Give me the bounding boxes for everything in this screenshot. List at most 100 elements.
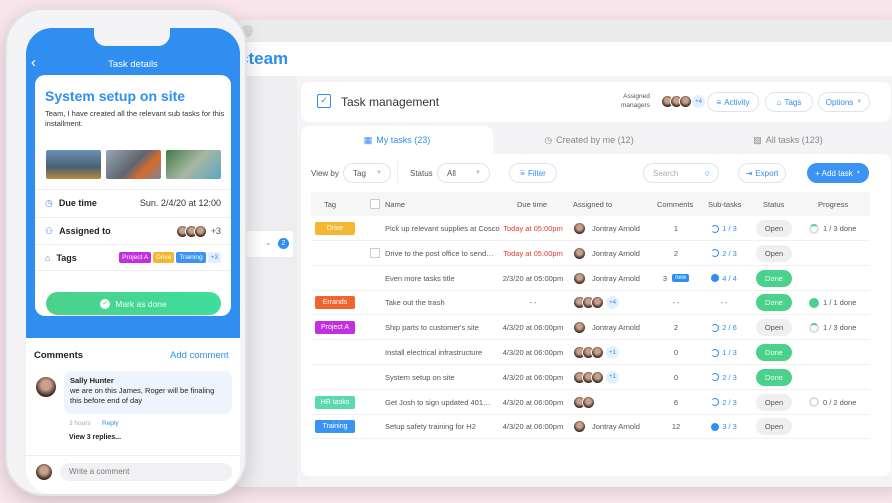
assignees[interactable]: Jontray Arnold bbox=[573, 266, 640, 291]
progress-cell: 1 / 3 done bbox=[809, 216, 856, 241]
search-icon: ○ bbox=[704, 168, 710, 178]
avatar bbox=[573, 222, 586, 235]
status-button[interactable]: Open bbox=[756, 220, 792, 237]
task-name[interactable]: Pick up relevant supplies at Cosco bbox=[385, 216, 500, 241]
mark-as-done-button[interactable]: ✓ Mark as done bbox=[46, 292, 221, 315]
table-row[interactable]: Project A Ship parts to customer's site 4/… bbox=[311, 315, 870, 341]
task-name[interactable]: Get Josh to sign updated 401… bbox=[385, 390, 491, 415]
table-row[interactable]: Install electrical infrastructure 4/3/20 … bbox=[311, 340, 870, 365]
chevron-down-icon: ⌄ bbox=[265, 238, 272, 247]
col-due: Due time bbox=[517, 199, 548, 209]
subtasks-cell[interactable]: - - bbox=[704, 290, 744, 315]
write-comment-input[interactable]: Write a comment bbox=[60, 463, 232, 481]
tag-badge[interactable]: Training bbox=[315, 420, 355, 434]
assignees[interactable]: +4 bbox=[573, 290, 619, 315]
comments-title: Comments bbox=[34, 350, 84, 361]
view-replies-link[interactable]: View 3 replies... bbox=[69, 434, 121, 441]
assignee-name: Jontray Arnold bbox=[592, 248, 640, 258]
photo-thumbnail[interactable] bbox=[106, 150, 161, 179]
subtasks-cell[interactable]: 1 / 3 bbox=[704, 340, 744, 365]
status-button[interactable]: Done bbox=[756, 294, 792, 312]
subtasks-cell[interactable]: 2 / 3 bbox=[704, 365, 744, 390]
table-row[interactable]: Training Setup safety training for H2 4/3/… bbox=[311, 414, 870, 440]
export-button[interactable]: ⇥ Export bbox=[738, 163, 786, 183]
tag-icon: ⌂ bbox=[45, 252, 51, 263]
task-name[interactable]: Ship parts to customer's site bbox=[385, 315, 479, 340]
manager-avatars[interactable]: +4 bbox=[661, 95, 705, 108]
subtask-progress-icon bbox=[711, 323, 720, 332]
subtasks-cell[interactable]: 2 / 6 bbox=[704, 315, 744, 340]
status-button[interactable]: Open bbox=[756, 319, 792, 337]
subtasks-cell[interactable]: 2 / 3 bbox=[704, 241, 744, 266]
table-row[interactable]: Drive Pick up relevant supplies at Cosco T… bbox=[311, 216, 870, 241]
status-button[interactable]: Open bbox=[756, 244, 792, 262]
select-all-checkbox[interactable] bbox=[370, 199, 380, 209]
task-name[interactable]: Take out the trash bbox=[385, 290, 445, 315]
subtasks-cell[interactable]: 3 / 3 bbox=[704, 414, 744, 439]
comment-time: 3 hours bbox=[69, 420, 91, 427]
task-name[interactable]: System setup on site bbox=[385, 365, 455, 390]
reply-link[interactable]: Reply bbox=[102, 420, 119, 427]
comment-text: we are on this James, Roger will be fina… bbox=[70, 386, 215, 405]
status-button[interactable]: Done bbox=[756, 368, 792, 386]
options-dropdown[interactable]: Options ▼ bbox=[818, 92, 870, 112]
subtask-count: 4 / 4 bbox=[722, 273, 737, 283]
add-task-button[interactable]: + Add task ▼ bbox=[807, 163, 869, 183]
count-badge: 2 bbox=[278, 238, 289, 249]
status-button[interactable]: Done bbox=[756, 269, 792, 287]
tag-badge[interactable]: Errands bbox=[315, 296, 355, 310]
progress-ring-icon bbox=[809, 297, 819, 308]
task-name[interactable]: Even more tasks title bbox=[385, 266, 455, 291]
table-row[interactable]: HR tasks Get Josh to sign updated 401… 4/3… bbox=[311, 390, 870, 415]
subtask-progress-icon bbox=[711, 249, 720, 258]
photo-thumbnail[interactable] bbox=[46, 150, 101, 179]
table-row[interactable]: Drive to the post office to send… Today a… bbox=[311, 241, 870, 266]
table-row[interactable]: System setup on site 4/3/20 at 06:00pm +1 0… bbox=[311, 365, 870, 390]
task-name[interactable]: Install electrical infrastructure bbox=[385, 340, 482, 365]
tag-badge[interactable]: Project A bbox=[315, 321, 355, 335]
task-name[interactable]: Setup safety training for H2 bbox=[385, 414, 476, 439]
photo-thumbnail[interactable] bbox=[166, 150, 221, 179]
task-name[interactable]: Drive to the post office to send… bbox=[385, 241, 494, 266]
activity-button[interactable]: ≡ Activity bbox=[707, 92, 759, 112]
subtasks-cell[interactable]: 4 / 4 bbox=[704, 266, 744, 291]
tag-badge[interactable]: HR tasks bbox=[315, 395, 355, 409]
tags-row[interactable]: ⌂ Tags Project A Drive Training +3 bbox=[35, 244, 231, 271]
tab-my-tasks[interactable]: ▦ My tasks (23) bbox=[301, 126, 493, 154]
assigned-row[interactable]: ⚇ Assigned to +3 bbox=[35, 217, 231, 244]
add-task-label: + Add task bbox=[815, 168, 853, 178]
phone-mockup: ‹ Task details System setup on site Team… bbox=[5, 8, 247, 496]
comment-count: 3 bbox=[662, 273, 668, 283]
filter-button[interactable]: ⩸ Filter bbox=[509, 163, 557, 183]
mark-done-label: Mark as done bbox=[115, 298, 167, 309]
window-titlebar bbox=[235, 20, 892, 42]
view-by-select[interactable]: Tag ▼ bbox=[343, 163, 391, 183]
table-row[interactable]: Errands Take out the trash - - +4 - - - - Done… bbox=[311, 290, 870, 316]
subtasks-cell[interactable]: 1 / 3 bbox=[704, 216, 744, 241]
row-checkbox[interactable] bbox=[370, 248, 380, 259]
assignees[interactable]: Jontray Arnold bbox=[573, 414, 640, 439]
assignees[interactable] bbox=[573, 390, 595, 415]
search-input[interactable]: Search ○ bbox=[643, 163, 719, 183]
view-by-value: Tag bbox=[353, 168, 366, 178]
status-button[interactable]: Done bbox=[756, 344, 792, 361]
subtask-progress-icon bbox=[711, 373, 720, 382]
add-comment-link[interactable]: Add comment bbox=[170, 350, 229, 361]
tag-badge[interactable]: Drive bbox=[315, 222, 355, 235]
assignees[interactable]: Jontray Arnold bbox=[573, 241, 640, 266]
assignees[interactable]: +1 bbox=[573, 365, 619, 390]
status-select[interactable]: All ▼ bbox=[437, 163, 490, 183]
col-assigned: Assigned to bbox=[573, 199, 613, 209]
divider bbox=[397, 161, 398, 183]
status-button[interactable]: Open bbox=[756, 418, 792, 436]
assignees[interactable]: +1 bbox=[573, 340, 619, 365]
tab-all-tasks[interactable]: ▨ All tasks (123) bbox=[685, 126, 891, 154]
assignees[interactable]: Jontray Arnold bbox=[573, 315, 640, 340]
subtasks-cell[interactable]: 2 / 3 bbox=[704, 390, 744, 415]
assignees[interactable]: Jontray Arnold bbox=[573, 216, 640, 241]
status-button[interactable]: Open bbox=[756, 393, 792, 411]
activity-label: Activity bbox=[724, 97, 750, 107]
tab-created-by-me[interactable]: ◷ Created by me (12) bbox=[493, 126, 685, 154]
table-row[interactable]: Even more tasks title 2/3/20 at 05:00pm Jo… bbox=[311, 266, 870, 291]
tags-button[interactable]: ⌂ Tags bbox=[765, 92, 813, 112]
